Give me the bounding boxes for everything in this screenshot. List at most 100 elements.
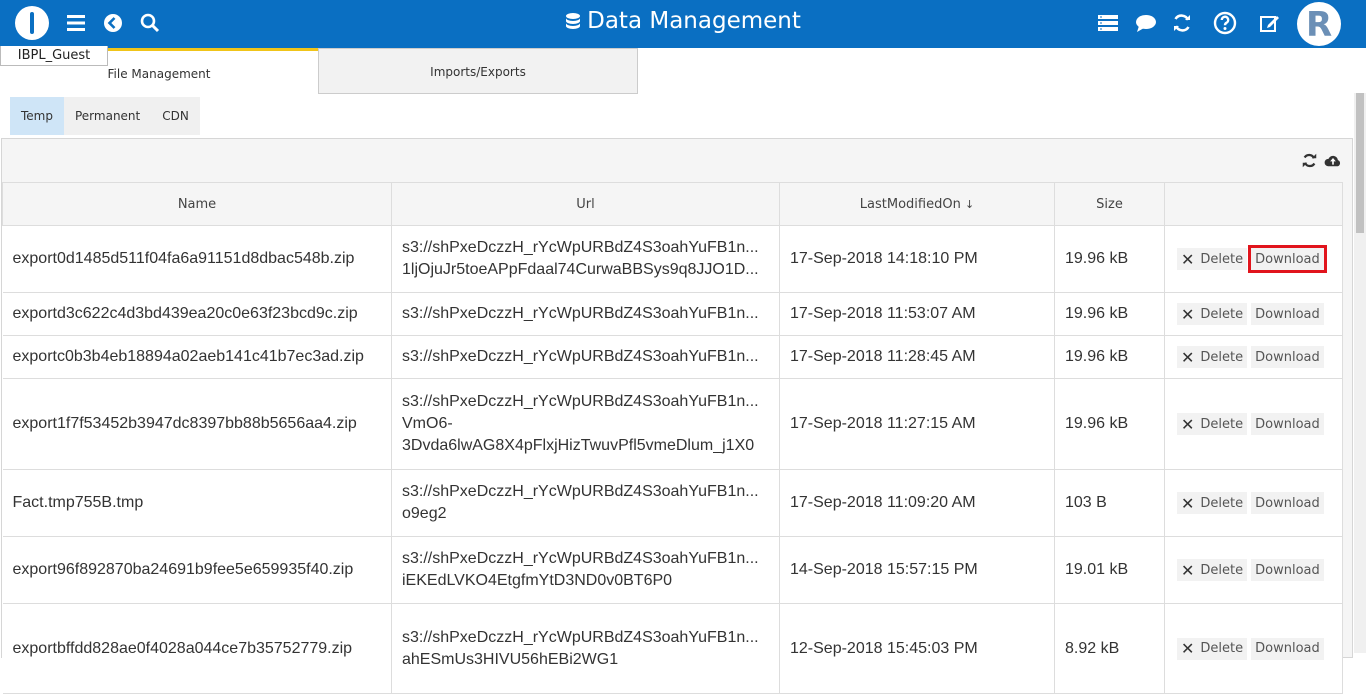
row-actions: ✕ Delete Download	[1164, 469, 1343, 537]
chat-icon[interactable]	[1133, 10, 1159, 36]
edit-icon[interactable]	[1257, 10, 1283, 36]
file-url-line: s3://shPxeDczzH_rYcWpURBdZ4S3oahYuFB1n..…	[402, 348, 759, 365]
close-icon: ✕	[1181, 639, 1195, 658]
user-badge: IBPL_Guest	[0, 46, 108, 66]
delete-button[interactable]: ✕ Delete	[1177, 559, 1248, 581]
delete-button[interactable]: ✕ Delete	[1177, 413, 1248, 435]
table-row: export1f7f53452b3947dc8397bb88b5656aa4.z…	[2, 378, 1343, 470]
refresh-icon[interactable]	[1169, 10, 1195, 36]
avatar-letter: R	[1306, 5, 1333, 45]
file-name: exportbffdd828ae0f4028a044ce7b35752779.z…	[2, 603, 392, 694]
file-url: s3://shPxeDczzH_rYcWpURBdZ4S3oahYuFB1n..…	[391, 225, 780, 293]
menu-icon[interactable]	[63, 10, 89, 36]
delete-button[interactable]: ✕ Delete	[1177, 637, 1248, 660]
delete-button[interactable]: ✕ Delete	[1177, 248, 1248, 270]
file-size: 19.96 kB	[1054, 378, 1165, 470]
scrollbar-thumb[interactable]	[1356, 93, 1364, 233]
row-actions: ✕ Delete Download	[1164, 536, 1343, 604]
close-icon: ✕	[1181, 414, 1195, 434]
file-modified: 14-Sep-2018 15:57:15 PM	[779, 536, 1055, 604]
file-size: 103 B	[1054, 469, 1165, 537]
search-icon[interactable]	[137, 10, 163, 36]
file-name: exportd3c622c4d3bd439ea20c0e63f23bcd9c.z…	[2, 292, 392, 336]
file-url-line: s3://shPxeDczzH_rYcWpURBdZ4S3oahYuFB1n..…	[402, 483, 759, 500]
tab-imports-exports[interactable]: Imports/Exports	[318, 48, 638, 94]
avatar[interactable]: R	[1297, 2, 1341, 46]
delete-label: Delete	[1200, 495, 1244, 511]
list-icon[interactable]	[1095, 10, 1121, 36]
table-row: export96f892870ba24691b9fee5e659935f40.z…	[2, 536, 1343, 604]
close-icon: ✕	[1181, 493, 1195, 513]
download-button[interactable]: Download	[1248, 245, 1327, 273]
row-actions: ✕ Delete Download	[1164, 225, 1343, 293]
file-url-line: 1ljOjuJr5toeAPpFdaal74CurwaBBSys9q8JJO1D…	[402, 261, 759, 278]
delete-button[interactable]: ✕ Delete	[1177, 303, 1248, 325]
refresh-list-icon[interactable]	[1300, 151, 1318, 169]
download-button[interactable]: Download	[1251, 559, 1324, 581]
vertical-scrollbar[interactable]	[1354, 93, 1366, 653]
close-icon: ✕	[1181, 249, 1195, 269]
file-url-line: 3Dvda6lwAG8X4pFlxjHizTwuvPfl5vmeDlum_j1X…	[402, 437, 755, 454]
file-name: Fact.tmp755B.tmp	[2, 469, 392, 537]
delete-label: Delete	[1200, 562, 1244, 578]
column-header-size[interactable]: Size	[1054, 182, 1165, 226]
cloud-upload-icon[interactable]	[1324, 151, 1342, 169]
file-size: 19.96 kB	[1054, 225, 1165, 293]
row-actions: ✕ Delete Download	[1164, 292, 1343, 336]
back-icon[interactable]	[100, 10, 126, 36]
file-name: export96f892870ba24691b9fee5e659935f40.z…	[2, 536, 392, 604]
delete-button[interactable]: ✕ Delete	[1177, 492, 1248, 514]
download-button[interactable]: Download	[1251, 492, 1324, 514]
row-actions: ✕ Delete Download	[1164, 603, 1343, 694]
file-url: s3://shPxeDczzH_rYcWpURBdZ4S3oahYuFB1n..…	[391, 469, 780, 537]
file-url-line: o9eg2	[402, 505, 447, 522]
row-actions: ✕ Delete Download	[1164, 335, 1343, 379]
table-header-row: Name Url LastModifiedOn ↓ Size	[2, 182, 1343, 226]
file-url: s3://shPxeDczzH_rYcWpURBdZ4S3oahYuFB1n..…	[391, 536, 780, 604]
file-url-line: VmO6-	[402, 415, 453, 432]
file-modified: 17-Sep-2018 11:28:45 AM	[779, 335, 1055, 379]
help-icon[interactable]	[1212, 10, 1238, 36]
table-row: export0d1485d511f04fa6a91151d8dbac548b.z…	[2, 225, 1343, 293]
table-body: export0d1485d511f04fa6a91151d8dbac548b.z…	[2, 225, 1343, 694]
file-modified: 17-Sep-2018 11:09:20 AM	[779, 469, 1055, 537]
app-logo[interactable]	[15, 6, 49, 40]
subtab-cdn[interactable]: CDN	[151, 97, 200, 135]
table-row: Fact.tmp755B.tmp s3://shPxeDczzH_rYcWpUR…	[2, 469, 1343, 537]
close-icon: ✕	[1181, 347, 1195, 367]
column-header-url[interactable]: Url	[391, 182, 780, 226]
table-row: exportbffdd828ae0f4028a044ce7b35752779.z…	[2, 603, 1343, 694]
file-url-line: s3://shPxeDczzH_rYcWpURBdZ4S3oahYuFB1n..…	[402, 239, 759, 256]
storage-subtabs: Temp Permanent CDN	[10, 97, 200, 135]
delete-label: Delete	[1200, 251, 1244, 267]
table-row: exportc0b3b4eb18894a02aeb141c41b7ec3ad.z…	[2, 335, 1343, 379]
download-button[interactable]: Download	[1251, 637, 1324, 660]
file-modified: 17-Sep-2018 11:53:07 AM	[779, 292, 1055, 336]
page-title-text: Data Management	[587, 8, 801, 34]
sort-desc-icon: ↓	[964, 197, 975, 211]
panel-toolbar	[1300, 151, 1342, 169]
subtab-permanent[interactable]: Permanent	[64, 97, 151, 135]
subtab-temp[interactable]: Temp	[10, 97, 64, 135]
delete-label: Delete	[1200, 306, 1244, 322]
file-url: s3://shPxeDczzH_rYcWpURBdZ4S3oahYuFB1n..…	[391, 378, 780, 470]
download-button[interactable]: Download	[1251, 303, 1324, 325]
delete-label: Delete	[1200, 416, 1244, 432]
column-header-name[interactable]: Name	[2, 182, 392, 226]
file-modified: 17-Sep-2018 11:27:15 AM	[779, 378, 1055, 470]
file-url: s3://shPxeDczzH_rYcWpURBdZ4S3oahYuFB1n..…	[391, 335, 780, 379]
file-size: 8.92 kB	[1054, 603, 1165, 694]
file-url-line: iEKEdLVKO4EtgfmYtD3ND0v0BT6P0	[402, 572, 673, 589]
files-table: Name Url LastModifiedOn ↓ Size export0d1…	[2, 182, 1343, 694]
file-modified: 17-Sep-2018 14:18:10 PM	[779, 225, 1055, 293]
delete-label: Delete	[1200, 349, 1244, 365]
column-header-actions	[1164, 182, 1343, 226]
download-button[interactable]: Download	[1251, 346, 1324, 368]
column-header-lastmodifiedon[interactable]: LastModifiedOn ↓	[779, 182, 1055, 226]
file-name: export0d1485d511f04fa6a91151d8dbac548b.z…	[2, 225, 392, 293]
download-button[interactable]: Download	[1251, 413, 1324, 435]
delete-button[interactable]: ✕ Delete	[1177, 346, 1248, 368]
file-url: s3://shPxeDczzH_rYcWpURBdZ4S3oahYuFB1n..…	[391, 292, 780, 336]
file-url-line: ahESmUs3HIVU56hEBi2WG1	[402, 650, 619, 668]
file-url-line: s3://shPxeDczzH_rYcWpURBdZ4S3oahYuFB1n..…	[402, 305, 759, 322]
